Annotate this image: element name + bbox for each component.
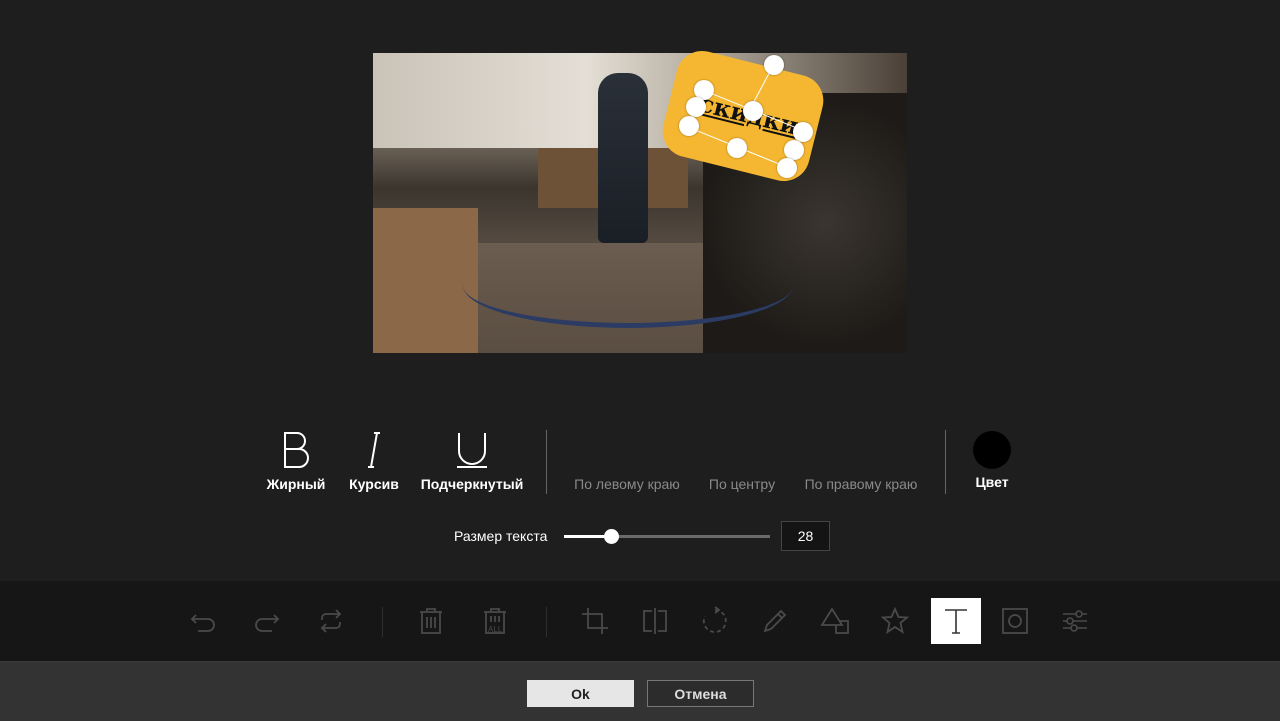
filter-button[interactable]	[1050, 598, 1100, 644]
crop-icon	[582, 608, 608, 634]
align-left-label: По левому краю	[574, 476, 680, 492]
dialog-footer: Ok Отмена	[0, 661, 1280, 721]
undo-icon	[190, 614, 215, 632]
color-swatch[interactable]	[973, 431, 1011, 469]
ok-button[interactable]: Ok	[527, 680, 634, 707]
delete-all-icon: ALL	[484, 608, 506, 634]
editor-toolbar: ALL	[0, 581, 1280, 661]
rotate-button[interactable]	[690, 598, 740, 644]
text-size-input[interactable]: 28	[781, 521, 830, 551]
resize-handle[interactable]	[743, 101, 763, 121]
redo-button[interactable]	[242, 598, 292, 644]
align-center-icon	[702, 430, 782, 470]
delete-all-caption: ALL	[488, 625, 503, 634]
italic-label: Курсив	[349, 476, 399, 492]
color-button[interactable]: Цвет	[962, 430, 1022, 490]
italic-button[interactable]: Курсив	[344, 430, 404, 492]
cancel-button[interactable]: Отмена	[647, 680, 754, 707]
align-left-icon	[567, 430, 687, 470]
shape-icon	[820, 607, 849, 634]
mask-button[interactable]	[990, 598, 1040, 644]
delete-icon	[420, 608, 442, 634]
icon-button[interactable]	[870, 598, 920, 644]
align-left-button[interactable]: По левому краю	[567, 430, 687, 492]
divider	[546, 430, 547, 494]
resize-handle[interactable]	[784, 140, 804, 160]
resize-handle[interactable]	[679, 116, 699, 136]
image-person	[598, 73, 648, 243]
reset-button[interactable]	[306, 598, 356, 644]
flip-button[interactable]	[630, 598, 680, 644]
resize-handle[interactable]	[777, 158, 797, 178]
shape-button[interactable]	[810, 598, 860, 644]
text-size-slider[interactable]	[564, 528, 770, 544]
text-options-panel: Жирный Курсив Подчеркнутый По левому кра…	[0, 420, 1280, 580]
underline-label: Подчеркнутый	[420, 476, 524, 492]
star-icon	[880, 606, 910, 634]
text-icon	[945, 609, 967, 634]
text-tool-button[interactable]	[931, 598, 981, 644]
underline-button[interactable]: Подчеркнутый	[420, 430, 524, 492]
redo-icon	[255, 614, 280, 632]
italic-icon	[344, 430, 404, 470]
draw-icon	[763, 609, 787, 633]
filter-icon	[1063, 610, 1087, 632]
draw-button[interactable]	[750, 598, 800, 644]
align-right-button[interactable]: По правому краю	[798, 430, 924, 492]
undo-button[interactable]	[178, 598, 228, 644]
align-right-icon	[798, 430, 924, 470]
mask-icon	[1002, 608, 1028, 634]
resize-handle[interactable]	[686, 97, 706, 117]
toolbar-divider	[382, 607, 383, 637]
delete-button[interactable]	[406, 598, 456, 644]
resize-handle[interactable]	[793, 122, 813, 142]
text-size-label: Размер текста	[454, 528, 548, 544]
underline-icon	[420, 430, 524, 470]
align-right-label: По правому краю	[804, 476, 918, 492]
image-rope	[463, 243, 793, 328]
color-label: Цвет	[975, 474, 1009, 490]
color-swatch-wrap	[962, 430, 1022, 470]
bold-icon	[262, 430, 330, 470]
reset-icon	[320, 609, 342, 633]
flip-icon	[643, 608, 667, 634]
align-center-label: По центру	[708, 476, 776, 492]
divider	[945, 430, 946, 494]
rotate-handle[interactable]	[764, 55, 784, 75]
bold-label: Жирный	[266, 476, 326, 492]
align-center-button[interactable]: По центру	[702, 430, 782, 492]
text-size-row: Размер текста 28	[454, 521, 830, 551]
delete-all-button[interactable]: ALL	[470, 598, 520, 644]
crop-button[interactable]	[570, 598, 620, 644]
rotate-icon	[702, 606, 727, 633]
text-size-slider-knob[interactable]	[604, 528, 620, 544]
canvas-area: скидки	[0, 0, 1280, 420]
resize-handle[interactable]	[727, 138, 747, 158]
edited-image[interactable]	[373, 53, 907, 353]
bold-button[interactable]: Жирный	[262, 430, 330, 492]
toolbar-divider	[546, 607, 547, 637]
